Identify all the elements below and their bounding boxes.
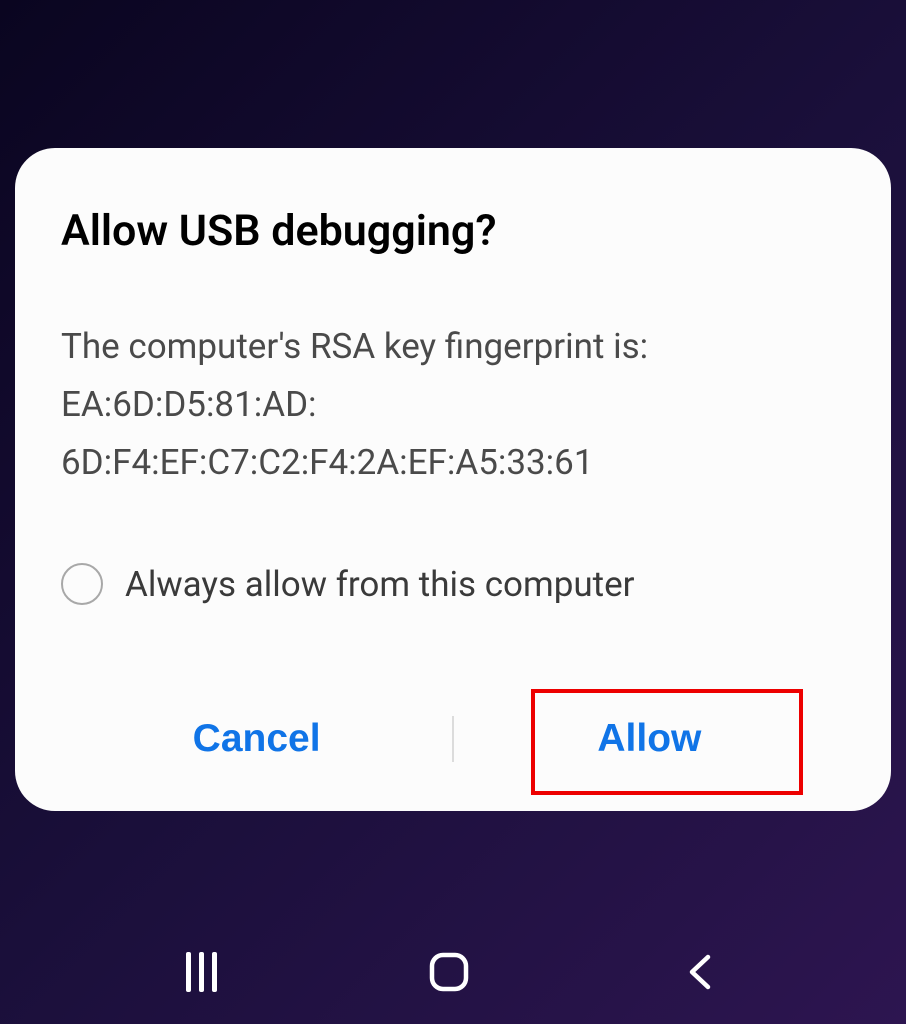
message-text-line1: The computer's RSA key fingerprint is: (61, 326, 648, 367)
back-chevron-icon (682, 953, 720, 991)
allow-button[interactable]: Allow (454, 697, 845, 781)
dialog-button-row: Cancel Allow (61, 697, 845, 781)
dialog-message: The computer's RSA key fingerprint is: E… (61, 318, 845, 491)
checkbox-label: Always allow from this computer (125, 564, 635, 605)
home-button[interactable] (428, 951, 470, 993)
message-text-line2: EA:6D:D5:81:AD: (61, 384, 317, 425)
always-allow-checkbox-row[interactable]: Always allow from this computer (61, 563, 845, 605)
dialog-title: Allow USB debugging? (61, 206, 845, 256)
recents-bar-icon (186, 952, 191, 992)
recents-bar-icon (199, 952, 204, 992)
usb-debugging-dialog: Allow USB debugging? The computer's RSA … (15, 148, 891, 811)
recents-bar-icon (212, 952, 217, 992)
recents-button[interactable] (186, 952, 217, 992)
back-button[interactable] (682, 953, 720, 991)
home-icon (428, 951, 470, 993)
message-text-line3: 6D:F4:EF:C7:C2:F4:2A:EF:A5:33:61 (61, 442, 594, 483)
navigation-bar (0, 942, 906, 1002)
cancel-button[interactable]: Cancel (61, 697, 452, 781)
checkbox-unchecked-icon[interactable] (61, 563, 103, 605)
